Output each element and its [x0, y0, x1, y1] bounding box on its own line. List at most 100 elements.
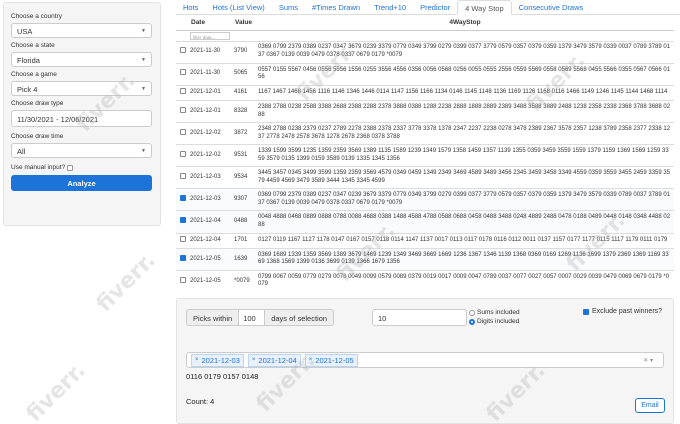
date-tag[interactable]: × 2021-12-03 — [191, 353, 244, 367]
table-row[interactable]: 2021-11-30 5065 0557 0155 5567 0456 0556 5… — [176, 62, 674, 86]
table-row[interactable]: 2021-12-04 1701 0127 0119 1167 1127 1178 0… — [176, 232, 674, 249]
fourway-column-header[interactable]: 4WayStop — [256, 16, 674, 31]
row-date: 2021-12-05 — [188, 247, 232, 271]
clear-icon[interactable]: ✕ ▾ — [643, 357, 653, 364]
chevron-down-icon: ▼ — [141, 28, 146, 34]
row-checkbox[interactable] — [180, 217, 186, 224]
tab-sums[interactable]: Sums — [272, 0, 305, 15]
table-row[interactable]: 2021-12-01 4161 1167 1467 1468 1456 1116 1… — [176, 84, 674, 101]
digits-radio-button[interactable] — [469, 318, 475, 325]
country-select[interactable]: USA ▼ — [11, 23, 152, 38]
row-date: 2021-12-03 — [188, 166, 232, 189]
row-checkbox[interactable] — [180, 276, 186, 283]
count-text: Count: 4 — [186, 397, 215, 406]
sums-radio[interactable]: Sums included — [469, 309, 520, 316]
controls-panel: Picks within 100 days of selection 10 Su… — [176, 298, 674, 424]
row-fourway: 3445 3457 0345 3499 3599 1359 2359 3569 … — [256, 166, 674, 189]
row-checkbox[interactable] — [180, 106, 186, 113]
date-filter-input[interactable]: filter data... — [190, 31, 230, 40]
tab-times-drawn[interactable]: #Times Drawn — [305, 0, 367, 15]
chevron-down-icon: ▼ — [141, 148, 146, 154]
row-checkbox[interactable] — [180, 173, 186, 180]
table-row[interactable]: 2021-12-03 9307 0369 0799 2379 0389 0237 0… — [176, 188, 674, 211]
row-checkbox[interactable] — [180, 128, 186, 135]
manual-input-checkbox[interactable] — [67, 164, 74, 171]
remove-tag-icon[interactable]: × — [309, 357, 313, 363]
row-value: 5065 — [232, 62, 256, 86]
table-row[interactable]: 2021-12-05 *0079 0799 0067 0059 0779 0279 … — [176, 269, 674, 292]
exclude-winners-checkbox[interactable] — [583, 308, 589, 315]
date-tag-label: 2021-12-05 — [315, 355, 354, 365]
date-tag-input[interactable]: × 2021-12-03 × 2021-12-04 × 2021-12-05 ✕ ▾ — [186, 352, 664, 368]
digits-radio[interactable]: Digits included — [469, 318, 520, 325]
row-checkbox[interactable] — [180, 235, 186, 242]
table-row[interactable]: 2021-12-03 9534 3445 3457 0345 3499 3599 1… — [176, 166, 674, 189]
row-date: 2021-12-02 — [188, 122, 232, 145]
row-value: 9534 — [232, 166, 256, 189]
row-fourway: 0369 0799 2379 0389 0237 0347 0239 3679 … — [256, 188, 674, 211]
row-value: 4161 — [232, 84, 256, 101]
number-input[interactable]: 10 — [372, 309, 467, 326]
chevron-down-icon: ▼ — [141, 86, 146, 92]
date-tag[interactable]: × 2021-12-05 — [304, 353, 358, 367]
game-select[interactable]: Pick 4 ▼ — [11, 81, 152, 96]
date-column-header[interactable]: Date — [188, 16, 232, 31]
row-value: 0488 — [232, 210, 256, 234]
table-row[interactable]: 2021-11-30 3790 0369 0799 2379 0389 0237 0… — [176, 40, 674, 64]
exclude-winners-label: Exclude past winners? — [592, 308, 663, 315]
date-range-input[interactable]: 11/30/2021 - 12/06/2021 — [11, 110, 152, 127]
row-value: 1639 — [232, 247, 256, 271]
row-fourway: 2348 2788 0238 2379 0237 2789 2278 2388 … — [256, 122, 674, 145]
email-button[interactable]: Email — [635, 398, 665, 413]
row-date: 2021-11-30 — [188, 40, 232, 64]
row-checkbox[interactable] — [180, 195, 186, 202]
tab-trend-10[interactable]: Trend+10 — [367, 0, 413, 15]
row-checkbox[interactable] — [180, 88, 186, 95]
drawtype-label: Choose draw type — [11, 100, 64, 107]
row-checkbox[interactable] — [180, 150, 186, 157]
manual-input-row: Use manual input? — [11, 164, 153, 171]
picks-within-input[interactable]: 100 — [239, 309, 265, 326]
analyze-button[interactable]: Analyze — [11, 175, 152, 191]
remove-tag-icon[interactable]: × — [252, 357, 256, 363]
tab-predictor[interactable]: Predictor — [413, 0, 457, 15]
row-value: 8328 — [232, 99, 256, 123]
row-checkbox[interactable] — [180, 69, 186, 76]
row-checkbox[interactable] — [180, 47, 186, 54]
table-row[interactable]: 2021-12-02 3872 2348 2788 0238 2379 0237 2… — [176, 122, 674, 145]
row-fourway: 2388 2788 0238 2588 3388 2688 2388 2288 … — [256, 99, 674, 123]
tab-hots[interactable]: Hots — [176, 0, 205, 15]
watermark-fiverr: fiverr. — [21, 358, 91, 424]
tab-hots-list-view[interactable]: Hots (List View) — [205, 0, 271, 15]
manual-input-label: Use manual input? — [11, 164, 66, 171]
row-value: 9531 — [232, 144, 256, 167]
tab-consecutive-draws[interactable]: Consecutive Draws — [512, 0, 591, 15]
sums-label: Sums included — [477, 309, 520, 316]
row-value: 9307 — [232, 188, 256, 211]
row-checkbox[interactable] — [180, 254, 186, 261]
row-date: 2021-12-01 — [188, 84, 232, 101]
table-row[interactable]: 2021-12-05 1639 0369 1689 1339 1359 3569 1… — [176, 247, 674, 271]
row-value: 3790 — [232, 40, 256, 64]
date-tag[interactable]: × 2021-12-04 — [247, 353, 301, 367]
tab-4-way-stop[interactable]: 4 Way Stop — [457, 0, 512, 15]
row-date: 2021-12-03 — [188, 188, 232, 211]
date-tag-label: 2021-12-03 — [201, 355, 240, 365]
drawtime-select[interactable]: All ▼ — [11, 143, 152, 158]
sums-radio-button[interactable] — [469, 309, 475, 316]
remove-tag-icon[interactable]: × — [195, 357, 199, 363]
row-fourway: 0369 0799 2379 0389 0237 0347 3679 0239 … — [256, 40, 674, 64]
include-radio-group: Sums included Digits included — [469, 307, 520, 325]
table-row[interactable]: 2021-12-04 0488 0048 4888 0468 0889 0888 0… — [176, 210, 674, 234]
row-date: 2021-12-05 — [188, 269, 232, 292]
state-select[interactable]: Florida ▼ — [11, 52, 152, 67]
table-row[interactable]: 2021-12-01 8328 2388 2788 0238 2588 3388 2… — [176, 99, 674, 123]
game-label: Choose a game — [11, 71, 57, 78]
tab-bar: Hots Hots (List View) Sums #Times Drawn Tren… — [176, 0, 680, 15]
select-column-header — [176, 16, 188, 31]
table-row[interactable]: 2021-12-02 9531 1339 1599 3599 1235 1359 2… — [176, 144, 674, 167]
value-column-header[interactable]: Value — [232, 16, 256, 31]
days-label: days of selection — [264, 309, 335, 326]
picks-within-group: Picks within 100 days of selection — [186, 309, 335, 326]
watermark-fiverr: fiverr. — [91, 248, 161, 317]
